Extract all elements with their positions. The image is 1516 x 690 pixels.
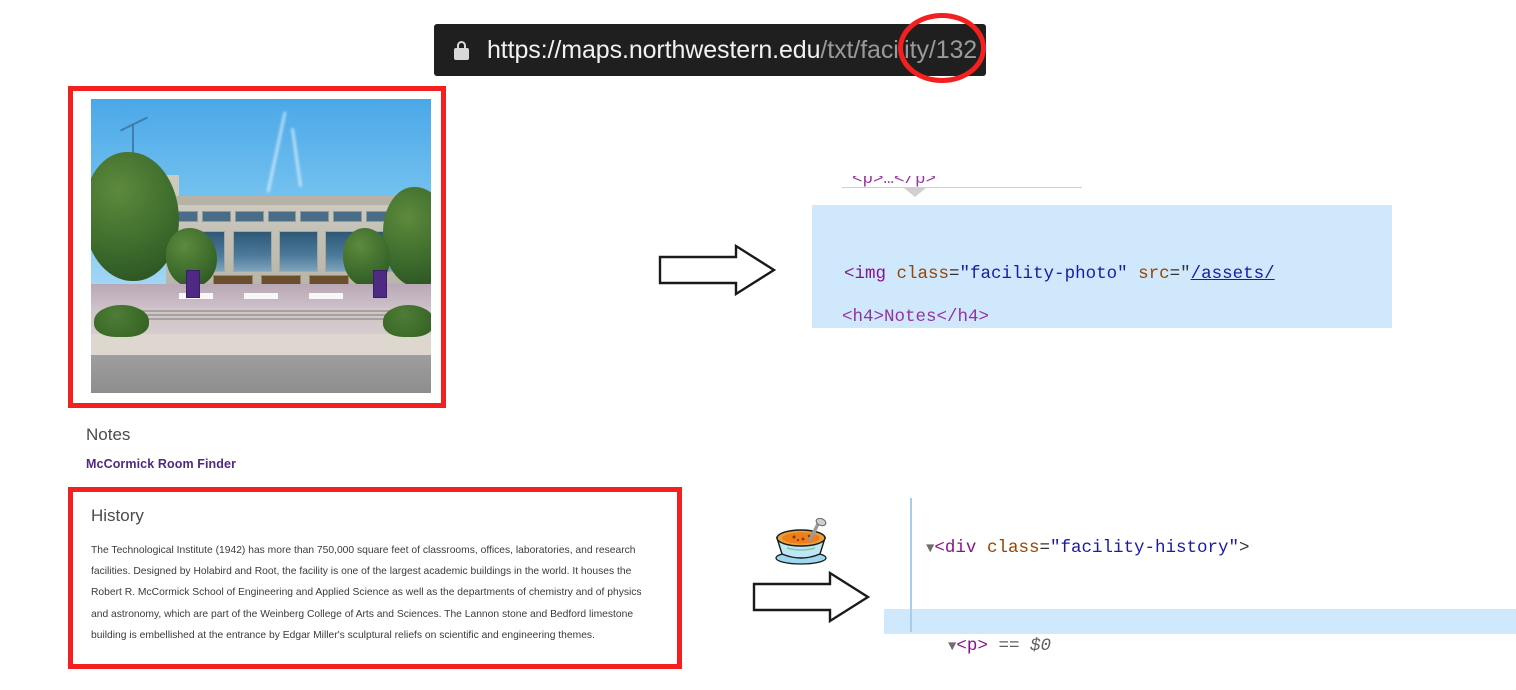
mccormick-room-finder-link[interactable]: McCormick Room Finder: [86, 457, 236, 471]
facility-id-highlight-ellipse: [898, 13, 986, 83]
facility-history-highlight-box: History The Technological Institute (194…: [68, 487, 682, 669]
devtools-clipped-h4-line: <h4>Notes</h4>: [842, 307, 990, 327]
devtools-indent-guide: [910, 498, 912, 632]
div-class-attr: class: [986, 537, 1040, 558]
img-tag-open: <img: [844, 264, 897, 284]
p-tag: <p>: [956, 635, 988, 656]
div-tag-open: <div: [934, 537, 987, 558]
img-src-value-line-1[interactable]: /assets/: [1191, 264, 1275, 284]
img-class-attr: class: [896, 264, 950, 284]
devtools-selected-p-node[interactable]: ▼<p> == $0: [884, 609, 1516, 656]
img-class-value: "facility-photo": [959, 264, 1128, 284]
img-src-quote-open: =": [1169, 264, 1191, 284]
devtools-div-row[interactable]: ▼<div class="facility-history">: [884, 511, 1516, 558]
devtools-panel-history-node: ▼<div class="facility-history"> ▼<p> == …: [884, 462, 1516, 662]
facility-photo-highlight-box: [68, 86, 446, 408]
history-heading: History: [91, 506, 144, 525]
arrow-right-icon-top: [658, 243, 776, 297]
div-tag-close: >: [1239, 537, 1250, 558]
notes-heading: Notes: [86, 425, 131, 444]
history-paragraph: The Technological Institute (1942) has m…: [91, 545, 642, 641]
devtools-tooltip-notch-icon: [904, 188, 926, 197]
soup-bowl-emoji: [775, 518, 827, 565]
devtools-tooltip-edge: [842, 187, 1082, 188]
lock-icon: [454, 40, 469, 60]
facility-photo: [91, 99, 431, 393]
url-origin: https://maps.northwestern.edu: [487, 35, 821, 64]
div-class-value: "facility-history": [1049, 537, 1239, 558]
arrow-right-icon-bottom: [752, 570, 870, 624]
img-src-attr: src: [1138, 264, 1170, 284]
devtools-panel-img-node: <p>…</p> <img class="facility-photo" src…: [812, 176, 1392, 328]
p-selected-marker: == $0: [998, 635, 1051, 656]
